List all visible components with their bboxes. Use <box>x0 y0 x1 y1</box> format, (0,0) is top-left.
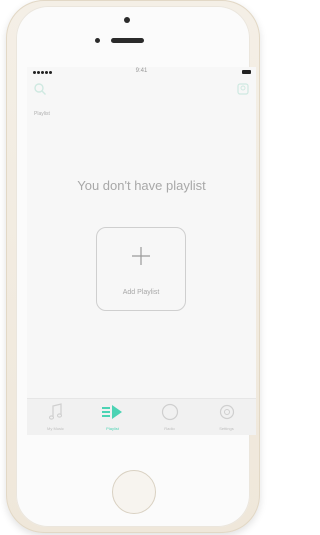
tab-playlist[interactable]: Playlist <box>84 399 141 435</box>
home-button[interactable] <box>112 470 156 514</box>
plus-icon <box>132 247 150 265</box>
add-playlist-label: Add Playlist <box>122 289 160 296</box>
battery-icon <box>242 70 251 74</box>
bottom-tab-bar: My Music Playlist Radio Settings <box>27 398 256 435</box>
status-bar: 9:41 <box>27 67 256 79</box>
tab-label: My Music <box>47 426 64 431</box>
app-screen: 9:41 Playlist You don't have playlist Ad… <box>27 67 256 435</box>
tab-label: Playlist <box>106 426 119 431</box>
profile-icon <box>237 83 249 95</box>
search-button[interactable] <box>33 82 47 96</box>
front-camera <box>124 17 130 23</box>
music-note-icon <box>48 403 63 420</box>
tab-label: Settings <box>219 426 234 431</box>
earpiece-speaker <box>111 38 144 43</box>
profile-button[interactable] <box>236 82 250 96</box>
empty-state-message: You don't have playlist <box>77 178 206 193</box>
proximity-sensor <box>95 38 100 43</box>
tab-my-music[interactable]: My Music <box>27 399 84 435</box>
search-icon <box>34 83 46 95</box>
playlist-play-icon <box>102 405 122 419</box>
add-playlist-button[interactable]: Add Playlist <box>96 227 186 311</box>
settings-icon <box>219 404 235 420</box>
tab-label: Radio <box>164 426 175 431</box>
page-title: Playlist <box>34 111 50 117</box>
radio-icon <box>161 403 179 421</box>
status-time: 9:41 <box>135 68 148 74</box>
top-nav-bar <box>27 79 256 99</box>
tab-settings[interactable]: Settings <box>198 399 255 435</box>
tab-radio[interactable]: Radio <box>141 399 198 435</box>
